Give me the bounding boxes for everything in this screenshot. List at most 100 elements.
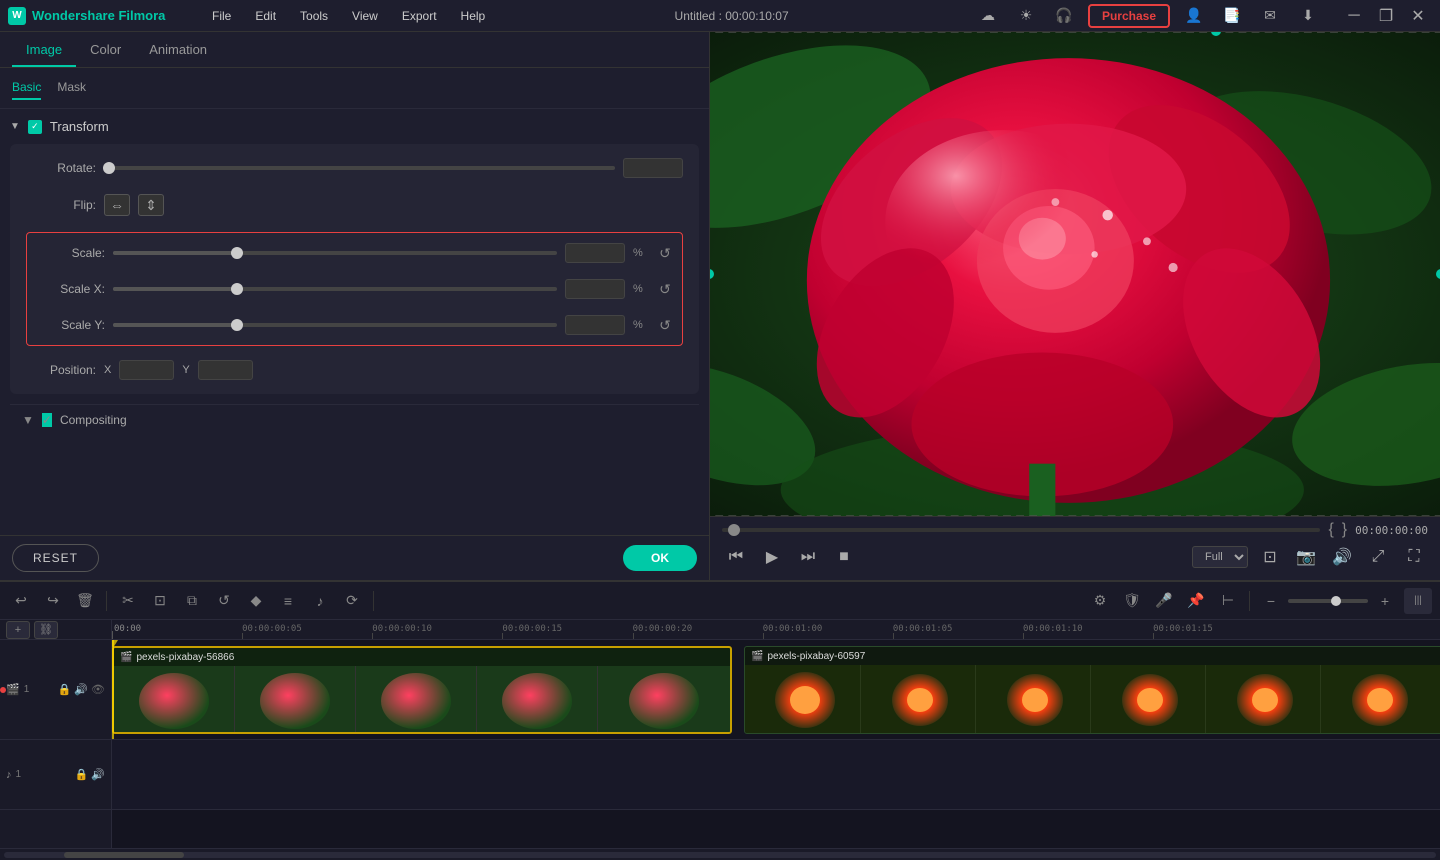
clip-dahlias[interactable]: 🎬 pexels-pixabay-60597 <box>744 646 1440 734</box>
progress-track[interactable] <box>722 528 1320 532</box>
scale-x-reset-button[interactable]: ↺ <box>656 281 674 298</box>
minimize-button[interactable]: ─ <box>1340 2 1368 30</box>
track-labels-panel: + ⛓ 🎬 1 🔒 🔊 👁 ♪ 1 🔒 🔊 <box>0 620 112 848</box>
stop-button[interactable]: ■ <box>830 543 858 571</box>
menu-tools[interactable]: Tools <box>296 5 332 27</box>
scale-value[interactable]: 121.00 <box>565 243 625 263</box>
scale-reset-button[interactable]: ↺ <box>656 245 674 262</box>
scrollbar-thumb[interactable] <box>64 852 184 858</box>
zoom-in-button[interactable]: + <box>1372 588 1398 614</box>
menu-view[interactable]: View <box>348 5 382 27</box>
preview-right-handle[interactable] <box>1436 269 1440 279</box>
mail-icon[interactable]: ✉ <box>1256 2 1284 30</box>
profile-icon[interactable]: 👤 <box>1180 2 1208 30</box>
zoom-out-button[interactable]: − <box>1258 588 1284 614</box>
zoom-slider-thumb[interactable] <box>1331 596 1341 606</box>
bracket-left[interactable]: { <box>1328 521 1333 539</box>
video-track-row[interactable]: 🎬 pexels-pixabay-56866 <box>112 640 1440 740</box>
tab-color[interactable]: Color <box>76 34 135 67</box>
frame-export-button[interactable]: ⤢ <box>1364 543 1392 571</box>
scale-x-value[interactable]: 121.00 <box>565 279 625 299</box>
delete-button[interactable]: 🗑 <box>72 588 98 614</box>
sub-tab-basic[interactable]: Basic <box>12 76 41 100</box>
download-icon[interactable]: ⬇ <box>1294 2 1322 30</box>
forward-button[interactable]: ⏭ <box>794 543 822 571</box>
add-track-button[interactable]: + <box>6 621 30 639</box>
snapshot-button[interactable]: 📷 <box>1292 543 1320 571</box>
filter-button[interactable]: ≡ <box>275 588 301 614</box>
shield-button[interactable]: 🛡 <box>1119 588 1145 614</box>
detach-button[interactable]: ⛓ <box>34 621 58 639</box>
headset-icon[interactable]: 🎧 <box>1050 2 1078 30</box>
bracket-right[interactable]: } <box>1342 521 1347 539</box>
crop-button[interactable]: ⊡ <box>147 588 173 614</box>
speed-button[interactable]: ⟳ <box>339 588 365 614</box>
cut-button[interactable]: ✂ <box>115 588 141 614</box>
settings-button[interactable]: ⚙ <box>1087 588 1113 614</box>
mic-button[interactable]: 🎤 <box>1151 588 1177 614</box>
expand-button[interactable]: ||| <box>1404 588 1432 614</box>
scale-slider[interactable] <box>113 251 557 255</box>
scale-x-slider[interactable] <box>113 287 557 291</box>
ok-button[interactable]: OK <box>623 545 697 571</box>
audio-track-row[interactable] <box>112 740 1440 810</box>
flip-vertical-button[interactable]: ⇕ <box>138 194 164 216</box>
redo-button[interactable]: ↪ <box>40 588 66 614</box>
fullscreen-button[interactable]: ⛶ <box>1400 543 1428 571</box>
scale-y-reset-button[interactable]: ↺ <box>656 317 674 334</box>
tab-animation[interactable]: Animation <box>135 34 221 67</box>
track-icon: 🎬 <box>6 683 20 696</box>
pin-button[interactable]: 📌 <box>1183 588 1209 614</box>
menu-help[interactable]: Help <box>457 5 490 27</box>
prev-frame-button[interactable]: ⏮ <box>722 543 750 571</box>
main-tab-bar: Image Color Animation <box>0 32 709 68</box>
sun-icon[interactable]: ☀ <box>1012 2 1040 30</box>
menu-file[interactable]: File <box>208 5 235 27</box>
rotate-slider[interactable] <box>104 166 615 170</box>
maximize-button[interactable]: ❐ <box>1372 2 1400 30</box>
split-button[interactable]: ⊢ <box>1215 588 1241 614</box>
audio-button[interactable]: ♪ <box>307 588 333 614</box>
scale-y-value[interactable]: 121.00 <box>565 315 625 335</box>
undo-button[interactable]: ↩ <box>8 588 34 614</box>
scrollbar-track[interactable] <box>4 852 1436 858</box>
hidden-section-checkbox[interactable]: ✓ <box>42 413 52 427</box>
logo-icon: W <box>8 7 26 25</box>
hidden-section-toggle[interactable]: ▼ <box>22 413 34 427</box>
rotate-value[interactable]: 0.00 <box>623 158 683 178</box>
audio-mute-button[interactable]: 🔊 <box>91 768 105 781</box>
bookmark-icon[interactable]: 📑 <box>1218 2 1246 30</box>
ruler-mark-20: 00:00:00:20 <box>633 624 693 634</box>
track-hide-button[interactable]: 👁 <box>91 683 105 696</box>
marker-button[interactable]: ◆ <box>243 588 269 614</box>
cloud-icon[interactable]: ☁ <box>974 2 1002 30</box>
copy-button[interactable]: ⧉ <box>179 588 205 614</box>
track-lock-button[interactable]: 🔒 <box>58 683 72 696</box>
reset-button[interactable]: RESET <box>12 544 99 572</box>
play-pause-button[interactable]: ▶ <box>758 543 786 571</box>
close-button[interactable]: ✕ <box>1404 2 1432 30</box>
transform-checkbox[interactable]: ✓ <box>28 120 42 134</box>
zoom-slider[interactable] <box>1288 599 1368 603</box>
position-x-input[interactable]: 0.0 <box>119 360 174 380</box>
clip-roses[interactable]: 🎬 pexels-pixabay-56866 <box>112 646 732 734</box>
left-panel: Image Color Animation Basic Mask ▼ ✓ Tra… <box>0 32 710 580</box>
tab-image[interactable]: Image <box>12 34 76 67</box>
purchase-button[interactable]: Purchase <box>1088 4 1170 28</box>
track-mute-button[interactable]: 🔊 <box>74 683 88 696</box>
menu-edit[interactable]: Edit <box>251 5 280 27</box>
audio-lock-button[interactable]: 🔒 <box>75 768 89 781</box>
menu-export[interactable]: Export <box>398 5 441 27</box>
quality-selector[interactable]: Full 1/2 1/4 <box>1192 546 1248 568</box>
transform-toggle[interactable]: ▼ <box>10 121 20 132</box>
flip-horizontal-button[interactable]: ⇔ <box>104 194 130 216</box>
rotate-left-button[interactable]: ↺ <box>211 588 237 614</box>
scale-unit: % <box>633 247 648 259</box>
menu-bar: File Edit Tools View Export Help <box>208 5 489 27</box>
layout-button[interactable]: ⊡ <box>1256 543 1284 571</box>
progress-thumb[interactable] <box>728 524 740 536</box>
scale-y-slider[interactable] <box>113 323 557 327</box>
volume-button[interactable]: 🔊 <box>1328 543 1356 571</box>
position-y-input[interactable]: 0.0 <box>198 360 253 380</box>
sub-tab-mask[interactable]: Mask <box>57 76 86 100</box>
